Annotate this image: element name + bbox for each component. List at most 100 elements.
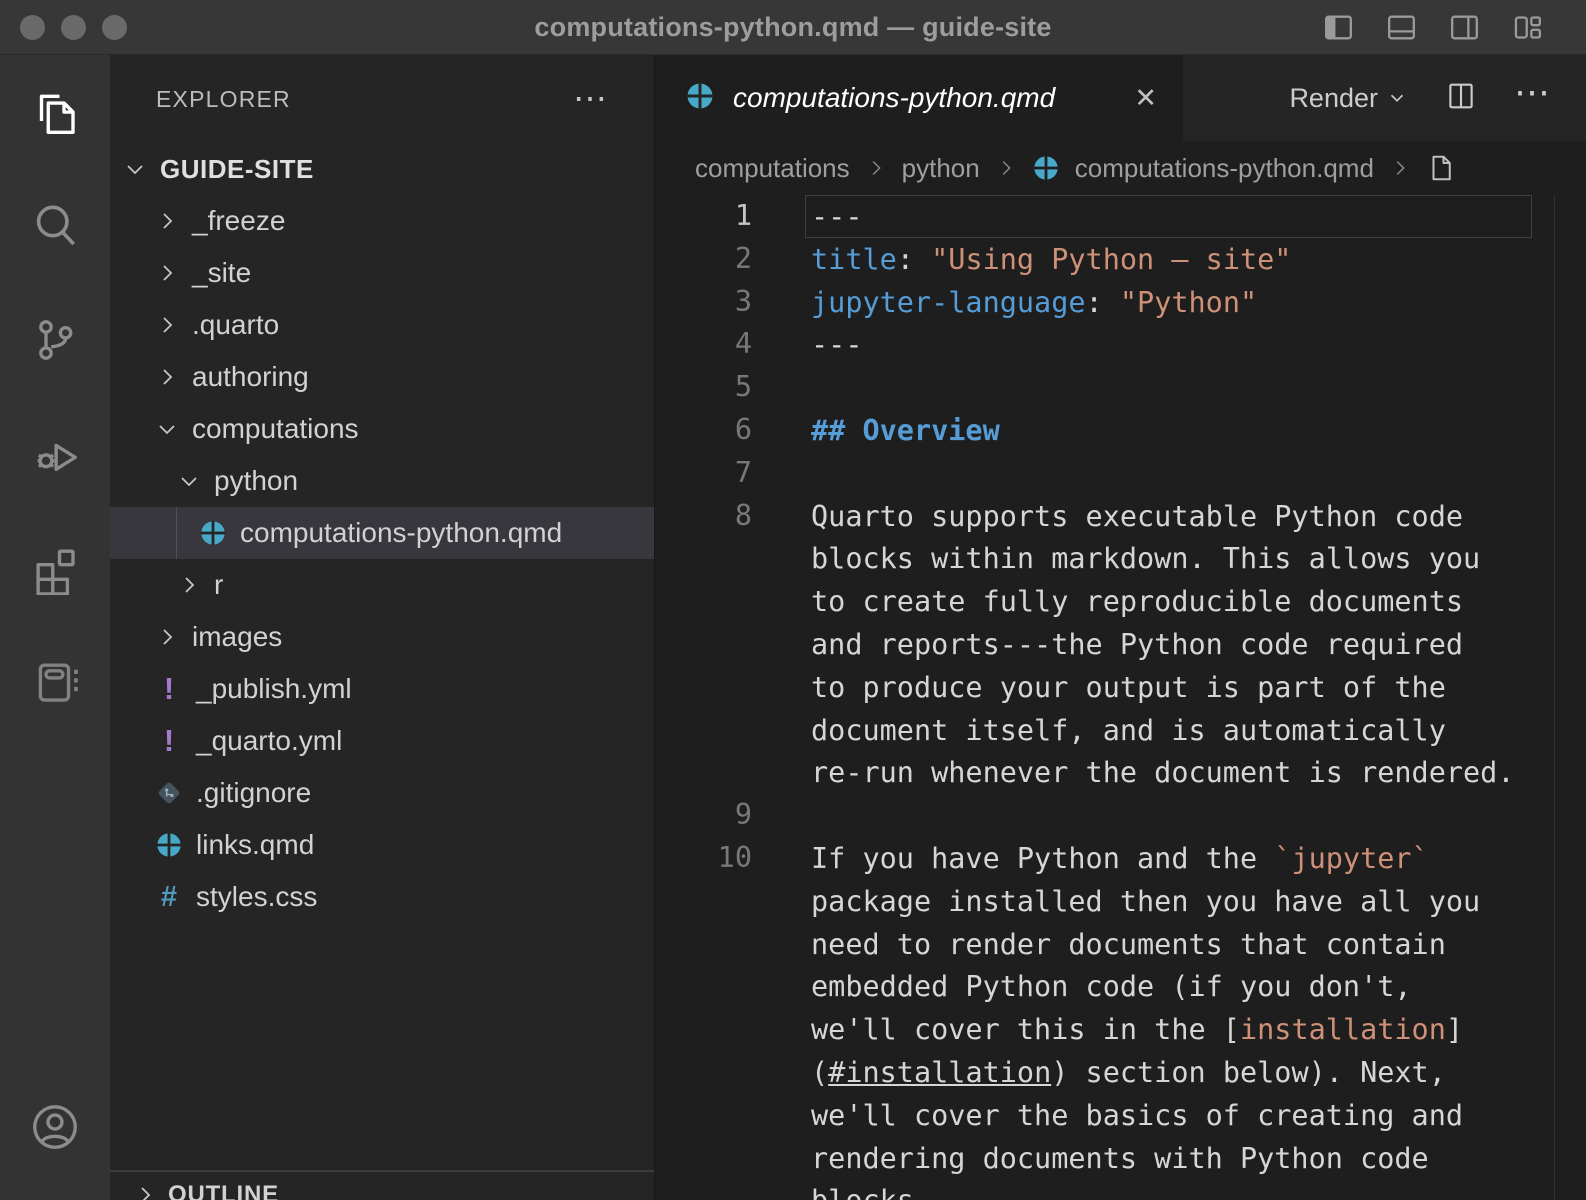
source-control-icon[interactable] — [28, 313, 82, 367]
line-number — [655, 1094, 752, 1137]
code-line-text: ## Overview — [805, 409, 1532, 452]
chevron-right-icon — [132, 1182, 158, 1200]
tree-item-site[interactable]: _site — [110, 247, 654, 299]
code-line[interactable]: to create fully reproducible documents — [655, 580, 1586, 623]
code-line[interactable]: 5 — [655, 366, 1586, 409]
breadcrumb: computations python computations-python.… — [655, 141, 1586, 195]
line-number: 8 — [655, 495, 752, 538]
line-number: 2 — [655, 238, 752, 281]
tree-item-label: computations — [192, 413, 359, 445]
tree-item-freeze[interactable]: _freeze — [110, 195, 654, 247]
code-line-text: --- — [805, 195, 1532, 238]
code-line[interactable]: 6## Overview — [655, 409, 1586, 452]
code-line[interactable]: re-run whenever the document is rendered… — [655, 751, 1586, 794]
tree-item-computations[interactable]: computations — [110, 403, 654, 455]
tree-item-label: styles.css — [196, 881, 317, 913]
line-number — [655, 623, 752, 666]
chevron-right-icon — [154, 624, 180, 650]
line-number — [655, 709, 752, 752]
outline-section-header[interactable]: OUTLINE — [110, 1170, 654, 1200]
breadcrumb-folder[interactable]: computations — [695, 153, 850, 184]
line-number — [655, 751, 752, 794]
chevron-down-icon — [1386, 87, 1408, 109]
close-tab-icon[interactable]: ✕ — [1134, 83, 1157, 114]
quarto-file-icon — [154, 830, 184, 860]
code-line[interactable]: rendering documents with Python code — [655, 1137, 1586, 1180]
tree-item-images[interactable]: images — [110, 611, 654, 663]
code-line-text: need to render documents that contain — [805, 923, 1532, 966]
chevron-right-icon — [154, 208, 180, 234]
code-editor[interactable]: 1---2title: "Using Python — site"3jupyte… — [655, 195, 1586, 1200]
code-line[interactable]: to produce your output is part of the — [655, 666, 1586, 709]
chevron-down-icon — [176, 468, 202, 494]
code-line[interactable]: embedded Python code (if you don't, — [655, 965, 1586, 1008]
tree-item-computations-python-qmd[interactable]: computations-python.qmd — [110, 507, 654, 559]
explorer-sidebar: EXPLORER ⋯ GUIDE-SITE_freeze_site.quarto… — [110, 55, 655, 1200]
tree-item-links-qmd[interactable]: links.qmd — [110, 819, 654, 871]
chevron-right-icon — [154, 260, 180, 286]
tree-item-python[interactable]: python — [110, 455, 654, 507]
breadcrumb-file[interactable]: computations-python.qmd — [1075, 153, 1374, 184]
editor-more-actions-icon[interactable]: ⋯ — [1514, 74, 1552, 110]
toggle-primary-sidebar-icon[interactable] — [1320, 9, 1357, 46]
account-icon[interactable] — [28, 1100, 82, 1154]
code-line[interactable]: 4 --- — [655, 323, 1586, 366]
tree-item-label: computations-python.qmd — [240, 517, 562, 549]
tree-item-guide-site[interactable]: GUIDE-SITE — [110, 143, 654, 195]
code-line[interactable]: 8Quarto supports executable Python code — [655, 495, 1586, 538]
code-line[interactable]: 10If you have Python and the `jupyter` — [655, 837, 1586, 880]
tree-item-quarto[interactable]: .quarto — [110, 299, 654, 351]
title-bar: computations-python.qmd — guide-site — [0, 0, 1586, 55]
breadcrumb-folder[interactable]: python — [902, 153, 980, 184]
toggle-panel-icon[interactable] — [1383, 9, 1420, 46]
tree-item-styles-css[interactable]: #styles.css — [110, 871, 654, 923]
code-line[interactable]: 3jupyter-language: "Python" — [655, 281, 1586, 324]
code-line[interactable]: 1--- — [655, 195, 1586, 238]
chevron-right-icon — [154, 312, 180, 338]
code-line-text: re-run whenever the document is rendered… — [805, 751, 1532, 794]
extensions-icon[interactable] — [28, 541, 82, 595]
tree-item-label: _publish.yml — [196, 673, 352, 705]
code-line[interactable]: need to render documents that contain — [655, 923, 1586, 966]
code-line[interactable]: and reports---the Python code required — [655, 623, 1586, 666]
toggle-secondary-sidebar-icon[interactable] — [1446, 9, 1483, 46]
customize-layout-icon[interactable] — [1509, 9, 1546, 46]
tree-item-authoring[interactable]: authoring — [110, 351, 654, 403]
activity-bar — [0, 55, 110, 1200]
code-line-text: document itself, and is automatically — [805, 709, 1532, 752]
search-icon[interactable] — [28, 199, 82, 253]
code-line[interactable]: blocks within markdown. This allows you — [655, 537, 1586, 580]
code-line-text: blocks within markdown. This allows you — [805, 537, 1532, 580]
code-line-text: blocks. — [805, 1179, 1532, 1200]
tree-item-r[interactable]: r — [110, 559, 654, 611]
code-line[interactable]: 2title: "Using Python — site" — [655, 238, 1586, 281]
line-number — [655, 965, 752, 1008]
code-line[interactable]: 9 — [655, 794, 1586, 837]
tree-item-publish-yml[interactable]: !_publish.yml — [110, 663, 654, 715]
code-line[interactable]: document itself, and is automatically — [655, 709, 1586, 752]
code-line[interactable]: (#installation) section below). Next, — [655, 1051, 1586, 1094]
code-line[interactable]: 7 — [655, 452, 1586, 495]
split-editor-icon[interactable] — [1444, 79, 1478, 118]
code-line[interactable]: blocks. — [655, 1179, 1586, 1200]
tree-item-quarto-yml[interactable]: !_quarto.yml — [110, 715, 654, 767]
code-line[interactable]: we'll cover this in the [installation] — [655, 1008, 1586, 1051]
code-line-text: --- — [805, 323, 1532, 366]
line-number: 9 — [655, 794, 752, 837]
line-number — [655, 580, 752, 623]
explorer-more-actions-icon[interactable]: ⋯ — [573, 82, 610, 116]
tree-item-gitignore[interactable]: .gitignore — [110, 767, 654, 819]
code-line-text: rendering documents with Python code — [805, 1137, 1532, 1180]
editor-group: computations-python.qmd ✕ Render ⋯ compu… — [655, 55, 1586, 1200]
notebook-icon[interactable] — [28, 655, 82, 709]
chevron-right-icon — [154, 364, 180, 390]
code-line[interactable]: package installed then you have all you — [655, 880, 1586, 923]
quarto-file-icon — [685, 81, 715, 116]
code-line[interactable]: we'll cover the basics of creating and — [655, 1094, 1586, 1137]
line-number: 4 — [655, 323, 752, 366]
tab-computations-python-qmd[interactable]: computations-python.qmd ✕ — [655, 55, 1183, 141]
run-debug-icon[interactable] — [28, 427, 82, 481]
render-button[interactable]: Render — [1289, 83, 1408, 114]
explorer-icon[interactable] — [28, 85, 82, 139]
tree-item-label: GUIDE-SITE — [160, 154, 314, 185]
